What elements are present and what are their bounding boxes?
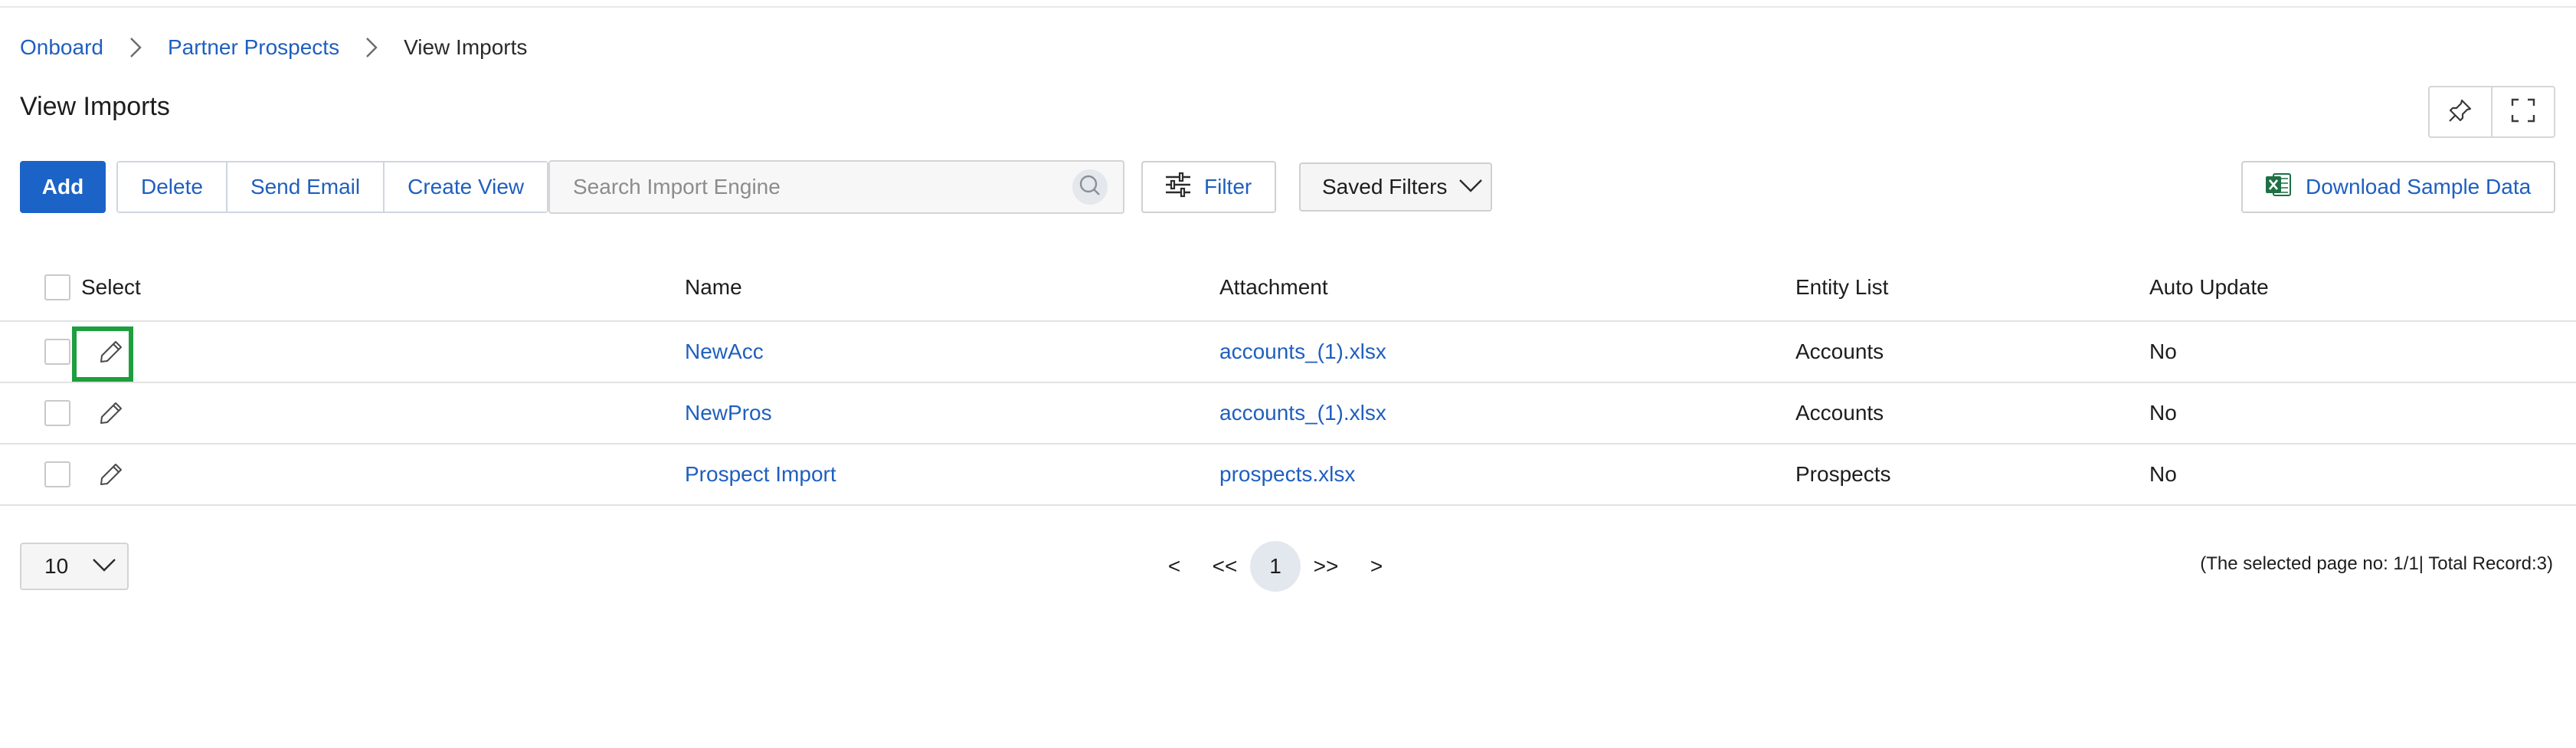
select-all-checkbox[interactable] xyxy=(44,274,70,300)
send-email-button[interactable]: Send Email xyxy=(225,162,384,212)
page-size-value: 10 xyxy=(44,554,69,578)
row-entity: Prospects xyxy=(1795,462,1891,486)
row-attachment-link[interactable]: accounts_(1).xlsx xyxy=(1219,322,1386,382)
filter-label: Filter xyxy=(1204,175,1252,198)
saved-filters-label: Saved Filters xyxy=(1322,175,1448,198)
fullscreen-button[interactable] xyxy=(2491,87,2554,136)
row-entity: Accounts xyxy=(1795,401,1884,425)
search-icon xyxy=(1079,174,1101,201)
edit-button[interactable] xyxy=(98,339,124,365)
download-label: Download Sample Data xyxy=(2306,175,2532,198)
page-info-text: (The selected page no: 1/1| Total Record… xyxy=(2200,553,2553,574)
pin-button[interactable] xyxy=(2430,87,2491,136)
next-page-button[interactable]: > xyxy=(1351,541,1402,592)
row-name-link[interactable]: NewPros xyxy=(685,383,772,443)
breadcrumb-onboard[interactable]: Onboard xyxy=(20,35,103,60)
chevron-down-icon xyxy=(91,554,117,579)
row-checkbox[interactable] xyxy=(44,339,70,365)
chevron-right-icon xyxy=(122,34,149,61)
page-1-button[interactable]: 1 xyxy=(1250,541,1301,592)
select-column-header: Select xyxy=(44,254,141,320)
column-header-entity-list[interactable]: Entity List xyxy=(1795,254,1888,320)
row-name-link[interactable]: Prospect Import xyxy=(685,445,836,504)
breadcrumb-partner-prospects[interactable]: Partner Prospects xyxy=(168,35,339,60)
page-size-select[interactable]: 10 xyxy=(20,543,129,590)
column-header-auto-update[interactable]: Auto Update xyxy=(2149,254,2269,320)
column-header-attachment[interactable]: Attachment xyxy=(1219,254,1328,320)
pencil-icon xyxy=(100,402,122,424)
row-attachment-link[interactable]: accounts_(1).xlsx xyxy=(1219,383,1386,443)
filter-button[interactable]: Filter xyxy=(1141,161,1276,213)
delete-button[interactable]: Delete xyxy=(118,162,226,212)
imports-table: Select Name Attachment Entity List Auto … xyxy=(0,254,2576,506)
row-checkbox[interactable] xyxy=(44,461,70,487)
row-name-link[interactable]: NewAcc xyxy=(685,322,764,382)
row-select-cell xyxy=(44,445,124,504)
download-sample-data-button[interactable]: Download Sample Data xyxy=(2241,161,2555,213)
table-row: NewAcc accounts_(1).xlsx Accounts No xyxy=(0,322,2576,383)
search-box xyxy=(548,160,1124,214)
search-input[interactable] xyxy=(573,175,1072,199)
chevron-right-icon xyxy=(358,34,385,61)
table-row: Prospect Import prospects.xlsx Prospects… xyxy=(0,445,2576,506)
chevron-down-icon xyxy=(1458,175,1484,199)
breadcrumb: Onboard Partner Prospects View Imports xyxy=(20,34,527,61)
first-page-button[interactable]: << xyxy=(1200,541,1250,592)
last-page-button[interactable]: >> xyxy=(1301,541,1351,592)
edit-button[interactable] xyxy=(98,461,124,487)
row-auto-update: No xyxy=(2149,401,2177,425)
saved-filters-dropdown[interactable]: Saved Filters xyxy=(1299,162,1492,212)
sliders-icon xyxy=(1164,172,1192,203)
row-select-cell xyxy=(44,322,124,382)
column-header-name[interactable]: Name xyxy=(685,254,742,320)
row-select-cell xyxy=(44,383,124,443)
excel-icon xyxy=(2264,171,2292,204)
pagination: < << 1 >> > xyxy=(1149,541,1402,592)
fullscreen-icon xyxy=(2511,98,2535,126)
pencil-icon xyxy=(100,464,122,485)
action-button-group: Delete Send Email Create View xyxy=(116,161,549,213)
column-header-select: Select xyxy=(81,275,141,299)
pin-icon xyxy=(2447,97,2473,127)
search-button[interactable] xyxy=(1072,169,1108,205)
pencil-icon xyxy=(100,341,122,363)
add-button[interactable]: Add xyxy=(20,161,106,213)
top-divider xyxy=(0,6,2576,8)
row-auto-update: No xyxy=(2149,340,2177,363)
breadcrumb-current: View Imports xyxy=(404,35,528,59)
row-auto-update: No xyxy=(2149,462,2177,486)
table-row: NewPros accounts_(1).xlsx Accounts No xyxy=(0,383,2576,445)
prev-page-button[interactable]: < xyxy=(1149,541,1200,592)
row-checkbox[interactable] xyxy=(44,400,70,426)
row-entity: Accounts xyxy=(1795,340,1884,363)
page-title: View Imports xyxy=(20,92,170,121)
view-controls xyxy=(2428,86,2555,138)
row-attachment-link[interactable]: prospects.xlsx xyxy=(1219,445,1355,504)
table-header-row: Select Name Attachment Entity List Auto … xyxy=(0,254,2576,322)
edit-button[interactable] xyxy=(98,400,124,426)
create-view-button[interactable]: Create View xyxy=(383,162,548,212)
